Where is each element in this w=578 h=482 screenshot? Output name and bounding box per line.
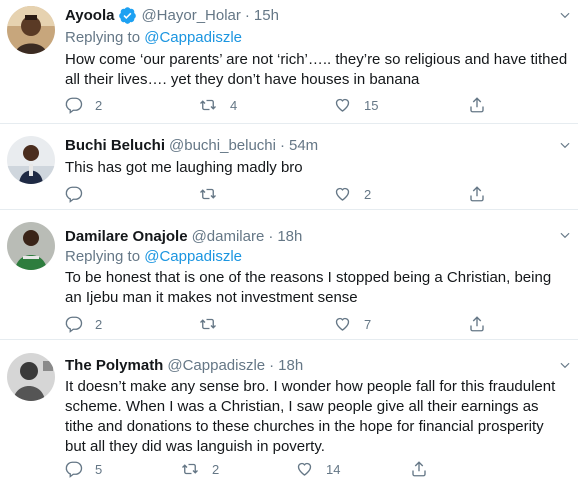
reply-count: 2 — [95, 316, 103, 332]
replying-to: Replying to @Cappadiszle — [65, 247, 568, 267]
avatar[interactable] — [7, 222, 55, 270]
tweet-actions: 2 — [65, 185, 545, 205]
separator-dot: · — [244, 6, 250, 24]
reply-icon — [65, 96, 83, 114]
share-button[interactable] — [468, 96, 486, 114]
like-count: 15 — [364, 97, 379, 113]
reply-icon — [65, 315, 83, 333]
retweet-button[interactable] — [198, 185, 230, 203]
reply-icon — [65, 460, 83, 478]
retweet-icon — [198, 315, 218, 333]
tweet[interactable]: The Polymath @Cappadiszle · 18h It doesn… — [0, 340, 578, 482]
reply-button[interactable] — [65, 185, 95, 203]
reply-button[interactable]: 5 — [65, 460, 102, 478]
like-icon — [295, 460, 314, 478]
share-icon — [468, 185, 486, 203]
like-count: 14 — [326, 461, 341, 477]
retweet-icon — [180, 460, 200, 478]
share-button[interactable] — [410, 460, 428, 478]
reply-icon — [65, 185, 83, 203]
separator-dot: · — [268, 227, 274, 245]
tweet-actions: 2 4 15 — [65, 96, 545, 116]
tweet-text: To be honest that is one of the reasons … — [65, 269, 552, 306]
display-name[interactable]: Damilare Onajole — [65, 228, 188, 245]
replying-to-label: Replying to — [65, 29, 141, 46]
retweet-icon — [198, 96, 218, 114]
share-button[interactable] — [468, 315, 486, 333]
chevron-down-icon[interactable] — [558, 8, 572, 22]
timestamp[interactable]: 15h — [254, 7, 279, 24]
retweet-button[interactable] — [198, 315, 230, 333]
like-icon — [333, 315, 352, 333]
share-icon — [468, 96, 486, 114]
timestamp[interactable]: 18h — [278, 357, 303, 374]
chevron-down-icon[interactable] — [558, 138, 572, 152]
display-name[interactable]: The Polymath — [65, 357, 163, 374]
user-handle[interactable]: @Cappadiszle — [167, 357, 265, 374]
like-button[interactable]: 15 — [333, 96, 378, 114]
like-button[interactable]: 7 — [333, 315, 371, 333]
chevron-down-icon[interactable] — [558, 358, 572, 372]
reply-count: 5 — [95, 461, 103, 477]
separator-dot: · — [279, 136, 285, 154]
user-handle[interactable]: @damilare — [192, 228, 265, 245]
separator-dot: · — [269, 356, 275, 374]
display-name[interactable]: Ayoola — [65, 7, 114, 24]
replying-to-handle[interactable]: @Cappadiszle — [144, 29, 242, 46]
timestamp[interactable]: 18h — [277, 228, 302, 245]
reply-button[interactable]: 2 — [65, 96, 102, 114]
avatar[interactable] — [7, 136, 55, 184]
retweet-button[interactable]: 4 — [198, 96, 237, 114]
tweet-header: The Polymath @Cappadiszle · 18h — [65, 355, 568, 375]
reply-button[interactable]: 2 — [65, 315, 102, 333]
like-icon — [333, 185, 352, 203]
tweet-actions: 5 2 14 — [65, 460, 545, 480]
retweet-button[interactable]: 2 — [180, 460, 219, 478]
tweet-header: Ayoola @Hayor_Holar · 15h — [65, 5, 568, 25]
verified-badge-icon — [118, 6, 137, 25]
tweet-header: Damilare Onajole @damilare · 18h — [65, 226, 568, 246]
retweet-icon — [198, 185, 218, 203]
tweet-text: How come ‘our parents’ are not ‘rich’…..… — [65, 51, 568, 88]
like-icon — [333, 96, 352, 114]
tweet-text: This has got me laughing madly bro — [65, 159, 303, 176]
tweet[interactable]: Buchi Beluchi @buchi_beluchi · 54m This … — [0, 124, 578, 210]
timestamp[interactable]: 54m — [289, 137, 318, 154]
avatar[interactable] — [7, 6, 55, 54]
tweet-actions: 2 7 — [65, 315, 545, 335]
tweet[interactable]: Ayoola @Hayor_Holar · 15h Replying to @C… — [0, 0, 578, 124]
user-handle[interactable]: @buchi_beluchi — [169, 137, 276, 154]
tweet-text: It doesn’t make any sense bro. I wonder … — [65, 378, 556, 455]
chevron-down-icon[interactable] — [558, 228, 572, 242]
tweet[interactable]: Damilare Onajole @damilare · 18h Replyin… — [0, 210, 578, 340]
replying-to: Replying to @Cappadiszle — [65, 28, 568, 48]
like-count: 2 — [364, 186, 372, 202]
share-icon — [410, 460, 428, 478]
display-name[interactable]: Buchi Beluchi — [65, 137, 165, 154]
share-button[interactable] — [468, 185, 486, 203]
retweet-count: 4 — [230, 97, 238, 113]
like-button[interactable]: 2 — [333, 185, 371, 203]
replying-to-handle[interactable]: @Cappadiszle — [144, 248, 242, 265]
replying-to-label: Replying to — [65, 248, 141, 265]
reply-count: 2 — [95, 97, 103, 113]
like-button[interactable]: 14 — [295, 460, 340, 478]
like-count: 7 — [364, 316, 372, 332]
retweet-count: 2 — [212, 461, 220, 477]
share-icon — [468, 315, 486, 333]
avatar[interactable] — [7, 353, 55, 401]
tweet-header: Buchi Beluchi @buchi_beluchi · 54m — [65, 135, 568, 155]
user-handle[interactable]: @Hayor_Holar — [141, 7, 240, 24]
